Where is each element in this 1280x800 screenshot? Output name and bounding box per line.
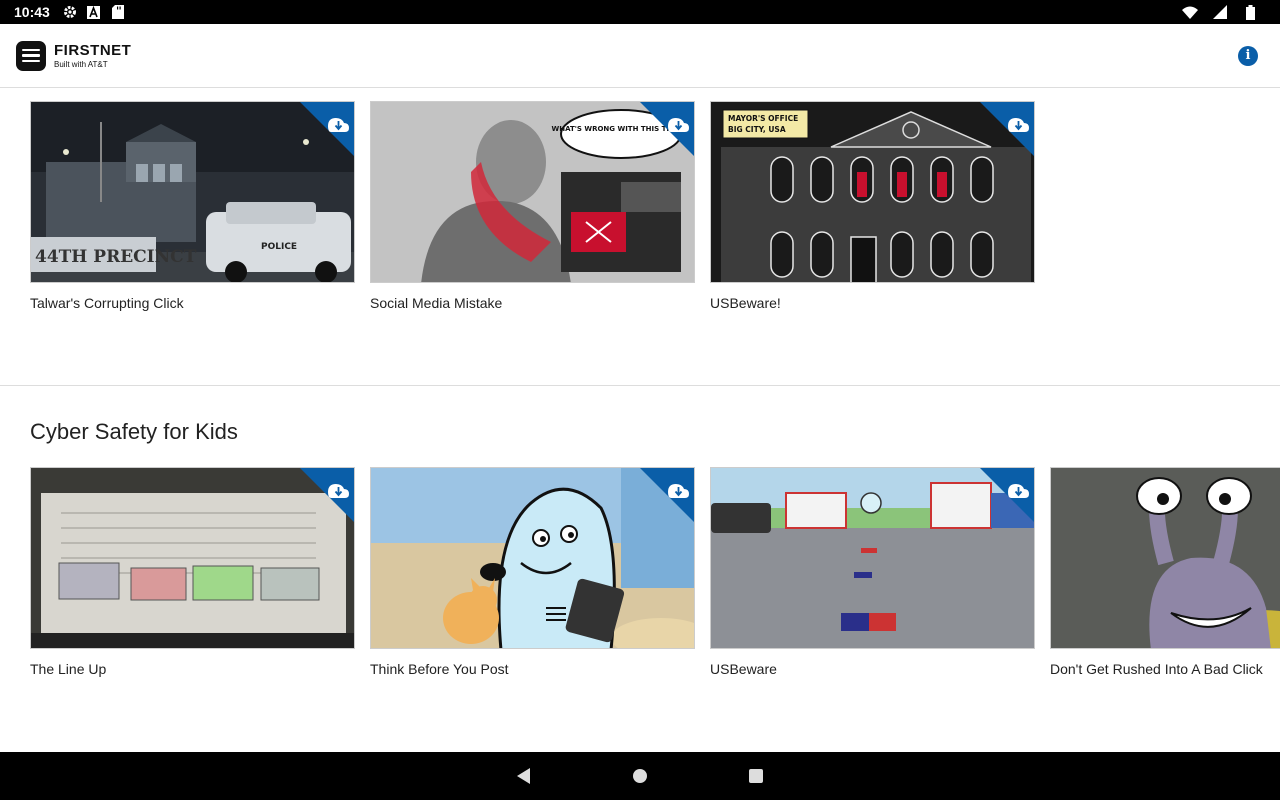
download-icon[interactable]: [300, 468, 354, 522]
section-title: Cyber Safety for Kids: [30, 419, 238, 444]
download-icon[interactable]: [980, 468, 1034, 522]
mayor-line1: MAYOR'S OFFICE: [728, 114, 798, 123]
recents-icon: [749, 769, 763, 783]
battery-icon: [1242, 4, 1258, 20]
a-icon: [86, 4, 102, 20]
video-card[interactable]: Think Before You Post: [370, 467, 695, 677]
video-card[interactable]: Don't Get Rushed Into A Bad Click: [1050, 467, 1280, 677]
home-icon: [633, 769, 647, 783]
video-thumbnail[interactable]: [370, 467, 695, 649]
video-card[interactable]: USBeware: [710, 467, 1035, 677]
precinct-text: 44TH PRECINCT: [35, 247, 197, 267]
sd-card-icon: [110, 4, 126, 20]
download-icon[interactable]: [300, 102, 354, 156]
video-row: POLICE 44TH PRECINCT Talwar's Corrupting…: [30, 101, 1035, 311]
download-icon[interactable]: [980, 102, 1034, 156]
content-area: POLICE 44TH PRECINCT Talwar's Corrupting…: [0, 89, 1280, 752]
info-icon: i: [1245, 48, 1251, 63]
gear-icon: [62, 4, 78, 20]
video-title: Talwar's Corrupting Click: [30, 295, 184, 311]
download-icon[interactable]: [640, 102, 694, 156]
section-divider: [0, 385, 1280, 386]
video-title: Don't Get Rushed Into A Bad Click: [1050, 661, 1263, 677]
brand-name: FIRSTNET: [54, 41, 132, 59]
back-icon: [517, 768, 530, 784]
brand-subtitle: Built with AT&T: [54, 59, 108, 69]
video-thumbnail[interactable]: WHAT'S WRONG WITH THIS THING?: [370, 101, 695, 283]
download-icon[interactable]: [640, 468, 694, 522]
signal-icon: [1212, 4, 1228, 20]
video-card[interactable]: MAYOR'S OFFICE BIG CITY, USA USBeware!: [710, 101, 1035, 311]
system-nav-bar: [0, 752, 1280, 800]
video-thumbnail[interactable]: [710, 467, 1035, 649]
police-text: POLICE: [261, 242, 297, 252]
video-card[interactable]: WHAT'S WRONG WITH THIS THING? Social Med…: [370, 101, 695, 311]
home-button[interactable]: [632, 768, 648, 784]
menu-button[interactable]: [16, 40, 46, 71]
wifi-icon: [1182, 4, 1198, 20]
app-bar: FIRSTNET Built with AT&T i: [0, 24, 1280, 88]
video-title: USBeware: [710, 661, 777, 677]
brand-logo: FIRSTNET Built with AT&T: [54, 43, 131, 69]
menu-icon-line: [22, 59, 40, 63]
video-row: The Line Up Think Before You Post USBewa…: [30, 467, 1280, 677]
video-title: Social Media Mistake: [370, 295, 503, 311]
menu-icon-line: [22, 48, 40, 52]
status-time: 10:43: [14, 4, 50, 20]
back-button[interactable]: [516, 768, 532, 784]
video-thumbnail[interactable]: POLICE 44TH PRECINCT: [30, 101, 355, 283]
video-card[interactable]: POLICE 44TH PRECINCT Talwar's Corrupting…: [30, 101, 355, 311]
video-card[interactable]: The Line Up: [30, 467, 355, 677]
video-title: USBeware!: [710, 295, 781, 311]
video-title: The Line Up: [30, 661, 107, 677]
recents-button[interactable]: [748, 768, 764, 784]
video-thumbnail[interactable]: [1050, 467, 1280, 649]
video-thumbnail[interactable]: MAYOR'S OFFICE BIG CITY, USA: [710, 101, 1035, 283]
mayor-line2: BIG CITY, USA: [728, 125, 786, 134]
video-title: Think Before You Post: [370, 661, 509, 677]
menu-icon-line: [22, 54, 40, 57]
video-thumbnail[interactable]: [30, 467, 355, 649]
info-button[interactable]: i: [1238, 45, 1258, 66]
status-bar: 10:43: [0, 0, 1280, 24]
